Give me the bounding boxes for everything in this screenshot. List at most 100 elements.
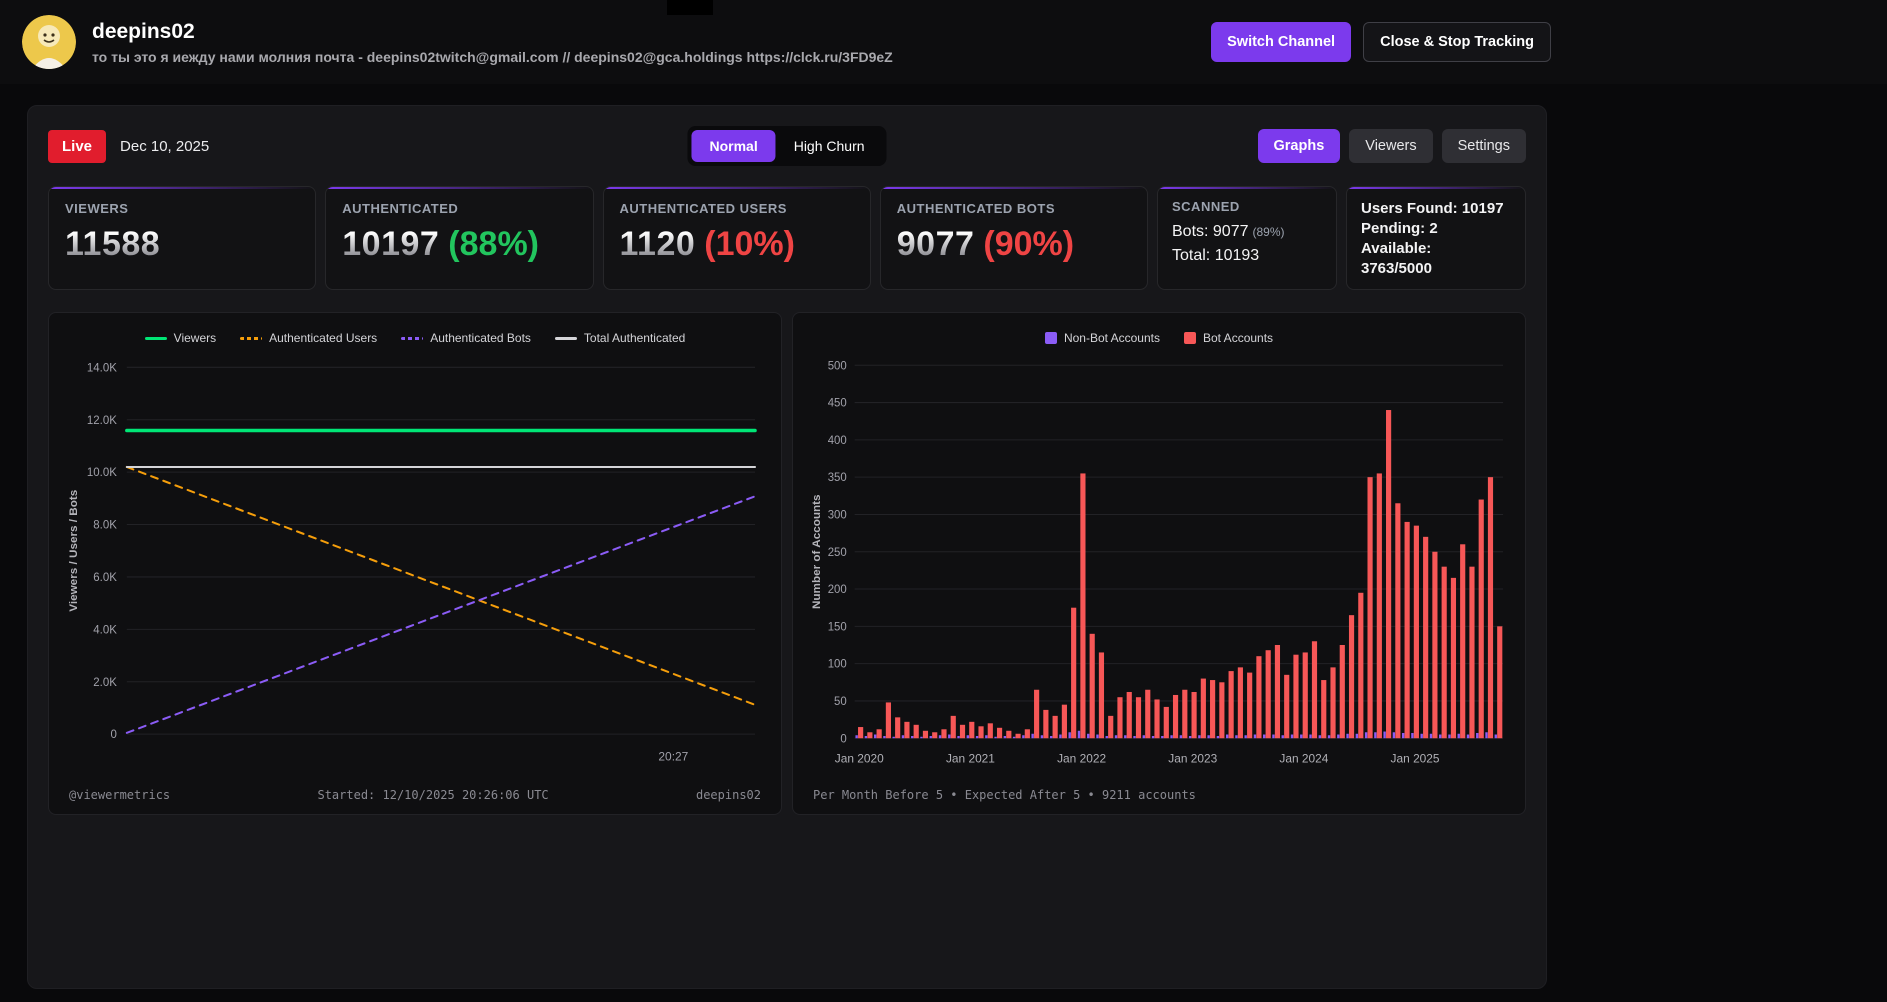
legend-item-non-bot-accounts[interactable]: Non-Bot Accounts: [1044, 331, 1160, 345]
svg-text:200: 200: [828, 584, 847, 596]
legend-item-authenticated-bots[interactable]: Authenticated Bots: [401, 331, 531, 345]
svg-text:0: 0: [110, 729, 116, 741]
stat-label: VIEWERS: [65, 201, 129, 216]
controls-row: Live Dec 10, 2025 Normal High Churn Grap…: [48, 126, 1526, 166]
svg-text:500: 500: [828, 360, 847, 372]
mode-toggle: Normal High Churn: [687, 126, 887, 166]
watermark-handle: @viewermetrics: [69, 788, 171, 802]
users-found-line: Users Found: 10197: [1361, 200, 1504, 217]
svg-text:150: 150: [828, 621, 847, 633]
bar-chart-footer: Per Month Before 5 • Expected After 5 • …: [807, 779, 1511, 808]
stat-card-authenticated-users: AUTHENTICATED USERS 1120 (10%): [602, 186, 871, 290]
scanned-total-line: Total: 10193: [1172, 247, 1260, 264]
legend-label: Viewers: [173, 331, 217, 345]
svg-text:2.0K: 2.0K: [93, 677, 117, 689]
live-badge: Live: [48, 129, 107, 163]
stat-card-authenticated: AUTHENTICATED 10197 (88%): [325, 186, 594, 290]
svg-text:10.0K: 10.0K: [87, 467, 117, 479]
legend-swatch-icon: [1044, 332, 1057, 344]
scanned-bots-line: Bots: 9077 (89%): [1172, 223, 1285, 240]
legend-item-bot-accounts[interactable]: Bot Accounts: [1184, 331, 1273, 345]
svg-text:6.0K: 6.0K: [93, 572, 117, 584]
svg-text:100: 100: [828, 659, 847, 671]
viewers-tab-button[interactable]: Viewers: [1349, 129, 1433, 163]
available-label-line: Available:: [1361, 240, 1432, 257]
svg-text:Jan 2024: Jan 2024: [1279, 752, 1328, 766]
svg-text:300: 300: [828, 509, 847, 521]
scanned-bots-percent: (89%): [1252, 225, 1285, 239]
line-chart-footer: @viewermetrics Started: 12/10/2025 20:26…: [63, 779, 767, 808]
avatar-image: [22, 15, 76, 69]
charts-row: Viewers Authenticated Users Authenticated …: [48, 312, 1526, 815]
svg-text:450: 450: [828, 398, 847, 410]
svg-text:Jan 2021: Jan 2021: [946, 752, 995, 766]
stat-label: AUTHENTICATED USERS: [619, 201, 787, 216]
svg-text:4.0K: 4.0K: [93, 624, 117, 636]
stat-value: 1120: [619, 225, 696, 263]
svg-text:350: 350: [828, 472, 847, 484]
view-buttons: Graphs Viewers Settings: [1257, 129, 1526, 163]
svg-text:Viewers / Users / Bots: Viewers / Users / Bots: [68, 490, 80, 612]
svg-text:14.0K: 14.0K: [87, 362, 117, 374]
channel-name: deepins02: [92, 19, 195, 43]
svg-text:20:27: 20:27: [658, 750, 688, 764]
legend-swatch-icon: [1184, 332, 1196, 344]
legend-swatch-icon: [240, 336, 263, 340]
legend-swatch-icon: [554, 336, 577, 340]
header: deepins02 то ты это я иежду нами молния …: [0, 0, 1887, 84]
viewers-line-chart: 0 2.0K 4.0K 6.0K 8.0K 10.0K 12.0K 14.0K 20:27 Vie…: [68, 362, 757, 764]
pending-line: Pending: 2: [1361, 220, 1438, 237]
line-chart-legend: Viewers Authenticated Users Authenticated …: [63, 325, 767, 351]
top-notch: [667, 0, 713, 15]
mode-high-churn-button[interactable]: High Churn: [776, 130, 883, 162]
footer-channel-name: deepins02: [695, 788, 761, 802]
legend-swatch-icon: [401, 336, 424, 340]
legend-label: Authenticated Users: [269, 331, 378, 345]
bar-chart-panel: Non-Bot Accounts Bot Accounts 0 50 100 150 20…: [792, 312, 1526, 815]
stat-label: AUTHENTICATED: [342, 201, 459, 216]
stat-label: AUTHENTICATED BOTS: [896, 201, 1056, 216]
svg-text:Number of Accounts: Number of Accounts: [811, 494, 823, 609]
svg-text:250: 250: [828, 547, 847, 559]
header-actions: Switch Channel Close & Stop Tracking: [1211, 22, 1551, 62]
graphs-tab-button[interactable]: Graphs: [1257, 129, 1341, 163]
channel-subtitle: то ты это я иежду нами молния почта - de…: [92, 48, 893, 65]
stat-value: 10197: [342, 225, 440, 263]
stat-card-viewers: VIEWERS 11588: [48, 186, 317, 290]
legend-item-authenticated-users[interactable]: Authenticated Users: [240, 331, 377, 345]
stat-card-scanned: SCANNED Bots: 9077 (89%) Total: 10193: [1157, 186, 1337, 290]
bar-chart-footer-text: Per Month Before 5 • Expected After 5 • …: [813, 788, 1196, 802]
mode-normal-button[interactable]: Normal: [691, 130, 776, 162]
line-chart-panel: Viewers Authenticated Users Authenticated …: [48, 312, 782, 815]
stat-percent: (90%): [983, 225, 1075, 263]
stat-label: SCANNED: [1172, 199, 1240, 214]
legend-label: Total Authenticated: [583, 331, 686, 345]
line-chart-body: 0 2.0K 4.0K 6.0K 8.0K 10.0K 12.0K 14.0K 20:27 Vie…: [63, 351, 767, 779]
stat-percent: (88%): [448, 225, 539, 263]
settings-tab-button[interactable]: Settings: [1441, 129, 1526, 163]
legend-label: Bot Accounts: [1203, 331, 1274, 345]
legend-label: Authenticated Bots: [430, 331, 531, 345]
main-panel: Live Dec 10, 2025 Normal High Churn Grap…: [27, 105, 1547, 989]
svg-text:0: 0: [840, 733, 846, 745]
legend-item-total-authenticated[interactable]: Total Authenticated: [554, 331, 686, 345]
svg-text:Jan 2020: Jan 2020: [835, 752, 884, 766]
stat-percent: (10%): [704, 225, 795, 263]
legend-item-viewers[interactable]: Viewers: [144, 331, 217, 345]
stat-value: 11588: [65, 225, 161, 263]
stat-card-authenticated-bots: AUTHENTICATED BOTS 9077 (90%): [879, 186, 1148, 290]
accounts-bar-chart: 0 50 100 150 200 250 300 350 400 450 500 Jan 2020 Ja…: [811, 360, 1504, 766]
date-text: Dec 10, 2025: [120, 137, 210, 155]
close-stop-tracking-button[interactable]: Close & Stop Tracking: [1363, 22, 1551, 62]
legend-swatch-icon: [144, 336, 167, 340]
svg-text:400: 400: [828, 435, 847, 447]
svg-text:12.0K: 12.0K: [87, 415, 117, 427]
bar-chart-legend: Non-Bot Accounts Bot Accounts: [807, 325, 1511, 351]
stat-value: 9077: [896, 225, 975, 263]
svg-text:Jan 2023: Jan 2023: [1168, 752, 1217, 766]
available-value-line: 3763/5000: [1361, 260, 1432, 277]
avatar[interactable]: [22, 15, 76, 69]
started-timestamp: Started: 12/10/2025 20:26:06 UTC: [317, 788, 549, 802]
svg-text:50: 50: [834, 696, 847, 708]
switch-channel-button[interactable]: Switch Channel: [1211, 22, 1352, 62]
